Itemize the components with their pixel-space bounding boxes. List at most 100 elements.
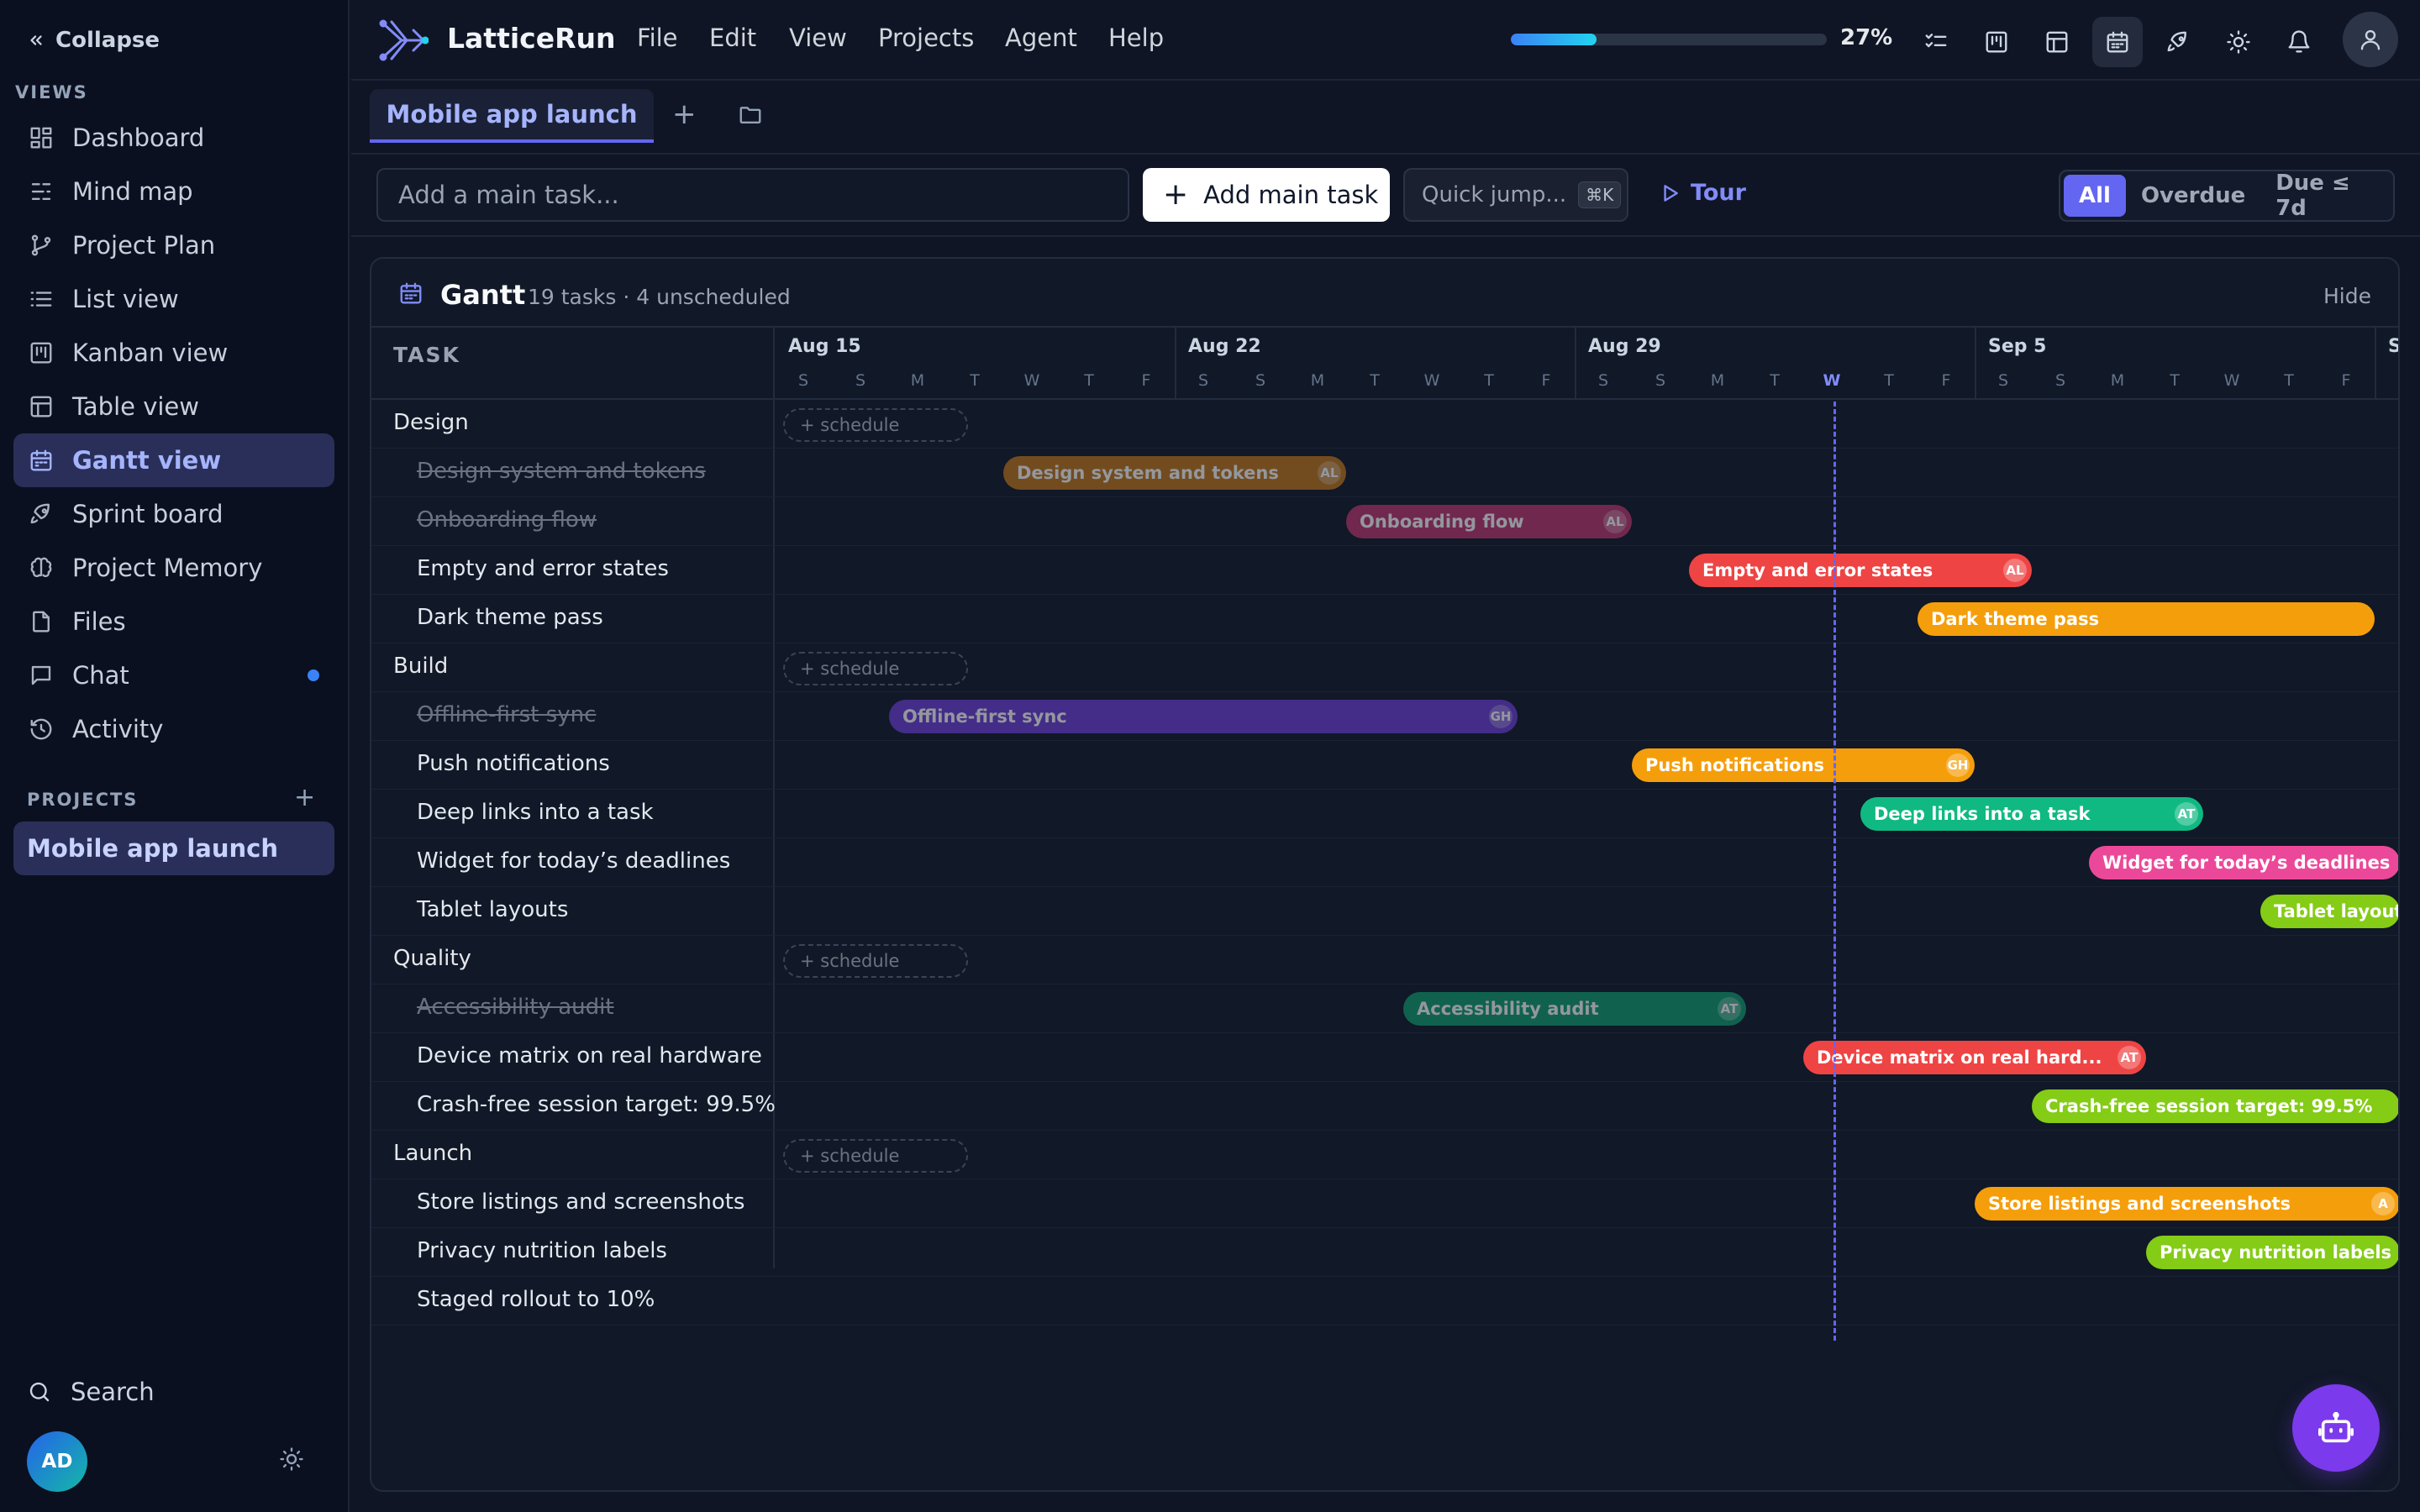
gantt-view-button[interactable] xyxy=(2092,17,2143,67)
group-row[interactable]: Quality + schedule xyxy=(371,936,2398,984)
task-row[interactable]: Device matrix on real hardware Device mat… xyxy=(371,1033,2398,1082)
menu-projects[interactable]: Projects xyxy=(878,24,974,52)
sidebar-item-chat[interactable]: Chat xyxy=(13,648,334,702)
menu-file[interactable]: File xyxy=(637,24,678,52)
user-avatar[interactable]: AD xyxy=(27,1431,87,1492)
add-tab-button[interactable]: + xyxy=(672,97,697,131)
folder-icon[interactable] xyxy=(738,102,763,128)
task-row[interactable]: Widget for today’s deadlines Widget for t… xyxy=(371,838,2398,887)
gantt-bar[interactable]: Onboarding flow AL xyxy=(1346,505,1632,538)
schedule-button[interactable]: + schedule xyxy=(783,1139,968,1173)
task-row[interactable]: Accessibility audit Accessibility audit AT xyxy=(371,984,2398,1033)
task-row[interactable]: Staged rollout to 10% xyxy=(371,1277,2398,1326)
group-row[interactable]: Build + schedule xyxy=(371,643,2398,692)
group-label[interactable]: Build xyxy=(393,654,448,679)
sidebar-item-project-memory[interactable]: Project Memory xyxy=(13,541,334,595)
gantt-bar[interactable]: Tablet layouts xyxy=(2260,895,2398,928)
agent-assistant-button[interactable] xyxy=(2292,1384,2380,1472)
task-label[interactable]: Design system and tokens xyxy=(417,459,706,484)
theme-button[interactable] xyxy=(2213,17,2264,67)
group-label[interactable]: Design xyxy=(393,410,469,435)
sidebar-item-dashboard[interactable]: Dashboard xyxy=(13,111,334,165)
task-label[interactable]: Dark theme pass xyxy=(417,605,603,630)
table-view-button[interactable] xyxy=(2032,17,2082,67)
filter-overdue[interactable]: Overdue xyxy=(2126,175,2260,217)
task-row[interactable]: Design system and tokens Design system an… xyxy=(371,449,2398,497)
task-row[interactable]: Push notifications Push notifications GH xyxy=(371,741,2398,790)
sidebar-item-activity[interactable]: Activity xyxy=(13,702,334,756)
kanban-view-button[interactable] xyxy=(1971,17,2022,67)
task-row[interactable]: Tablet layouts Tablet layouts xyxy=(371,887,2398,936)
add-project-button[interactable]: + xyxy=(294,783,315,812)
gantt-bar[interactable]: Design system and tokens AL xyxy=(1003,456,1346,490)
group-label[interactable]: Quality xyxy=(393,946,471,971)
project-item-mobile-app-launch[interactable]: Mobile app launch xyxy=(13,822,334,875)
tour-button[interactable]: Tour xyxy=(1659,180,1746,206)
gantt-bar[interactable]: Store listings and screenshots A xyxy=(1975,1187,2398,1221)
task-label[interactable]: Push notifications xyxy=(417,751,610,776)
schedule-button[interactable]: + schedule xyxy=(783,408,968,442)
theme-toggle-sun-icon[interactable] xyxy=(279,1446,304,1472)
gantt-bar[interactable]: Dark theme pass xyxy=(1918,602,2375,636)
collapse-button[interactable]: Collapse xyxy=(27,24,160,57)
menu-edit[interactable]: Edit xyxy=(709,24,756,52)
task-label[interactable]: Offline-first sync xyxy=(417,702,596,727)
sidebar-item-gantt-view[interactable]: Gantt view xyxy=(13,433,334,487)
gantt-bar[interactable]: Privacy nutrition labels xyxy=(2146,1236,2398,1269)
task-label[interactable]: Store listings and screenshots xyxy=(417,1189,744,1215)
sidebar-search[interactable]: Search xyxy=(27,1378,155,1406)
sidebar-item-files[interactable]: Files xyxy=(13,595,334,648)
filter-all[interactable]: All xyxy=(2064,175,2126,217)
menu-agent[interactable]: Agent xyxy=(1005,24,1077,52)
gantt-bar[interactable]: Push notifications GH xyxy=(1632,748,1975,782)
task-label[interactable]: Accessibility audit xyxy=(417,995,614,1020)
gantt-bar[interactable]: Crash-free session target: 99.5% xyxy=(2032,1089,2398,1123)
task-label[interactable]: Widget for today’s deadlines xyxy=(417,848,730,874)
task-label[interactable]: Crash-free session target: 99.5% xyxy=(417,1092,776,1117)
schedule-button[interactable]: + schedule xyxy=(783,944,968,978)
gantt-bar[interactable]: Offline-first sync GH xyxy=(889,700,1518,733)
notifications-button[interactable] xyxy=(2274,17,2324,67)
task-label[interactable]: Deep links into a task xyxy=(417,800,654,825)
task-row[interactable]: Onboarding flow Onboarding flow AL xyxy=(371,497,2398,546)
task-row[interactable]: Crash-free session target: 99.5% Crash-fr… xyxy=(371,1082,2398,1131)
task-row[interactable]: Deep links into a task Deep links into a … xyxy=(371,790,2398,838)
hide-gantt-button[interactable]: Hide xyxy=(2323,284,2371,308)
task-row[interactable]: Empty and error states Empty and error st… xyxy=(371,546,2398,595)
schedule-button[interactable]: + schedule xyxy=(783,652,968,685)
add-main-task-button[interactable]: + Add main task xyxy=(1143,168,1390,222)
sidebar-item-project-plan[interactable]: Project Plan xyxy=(13,218,334,272)
sidebar-item-table-view[interactable]: Table view xyxy=(13,380,334,433)
task-row[interactable]: Offline-first sync Offline-first sync GH xyxy=(371,692,2398,741)
gantt-bar[interactable]: Deep links into a task AT xyxy=(1860,797,2203,831)
sidebar-item-sprint-board[interactable]: Sprint board xyxy=(13,487,334,541)
task-row[interactable]: Dark theme pass Dark theme pass xyxy=(371,595,2398,643)
task-row[interactable]: Privacy nutrition labels Privacy nutritio… xyxy=(371,1228,2398,1277)
user-menu-button[interactable] xyxy=(2343,12,2398,67)
task-label[interactable]: Tablet layouts xyxy=(417,897,568,922)
task-label[interactable]: Onboarding flow xyxy=(417,507,597,533)
menu-help[interactable]: Help xyxy=(1108,24,1164,52)
quick-jump-button[interactable]: Quick jump... ⌘K xyxy=(1403,168,1628,222)
task-row[interactable]: Store listings and screenshots Store list… xyxy=(371,1179,2398,1228)
sidebar-item-list-view[interactable]: List view xyxy=(13,272,334,326)
task-label[interactable]: Staged rollout to 10% xyxy=(417,1287,655,1312)
gantt-bar[interactable]: Empty and error states AL xyxy=(1689,554,2032,587)
sidebar-item-mind-map[interactable]: Mind map xyxy=(13,165,334,218)
group-label[interactable]: Launch xyxy=(393,1141,472,1166)
menu-view[interactable]: View xyxy=(789,24,847,52)
filter-due-7d[interactable]: Due ≤ 7d xyxy=(2260,171,2390,221)
gantt-bar[interactable]: Accessibility audit AT xyxy=(1403,992,1746,1026)
group-row[interactable]: Launch + schedule xyxy=(371,1131,2398,1179)
sprint-board-button[interactable] xyxy=(2153,17,2203,67)
gantt-bar[interactable]: Widget for today’s deadlines xyxy=(2089,846,2398,879)
checklist-view-button[interactable] xyxy=(1911,17,1961,67)
tab-mobile-app-launch[interactable]: Mobile app launch xyxy=(370,89,654,143)
add-main-task-input[interactable] xyxy=(376,168,1129,222)
gantt-bar[interactable]: Device matrix on real hard... AT xyxy=(1803,1041,2146,1074)
sidebar-item-kanban-view[interactable]: Kanban view xyxy=(13,326,334,380)
task-label[interactable]: Device matrix on real hardware xyxy=(417,1043,762,1068)
task-label[interactable]: Privacy nutrition labels xyxy=(417,1238,667,1263)
group-row[interactable]: Design + schedule xyxy=(371,400,2398,449)
task-label[interactable]: Empty and error states xyxy=(417,556,669,581)
